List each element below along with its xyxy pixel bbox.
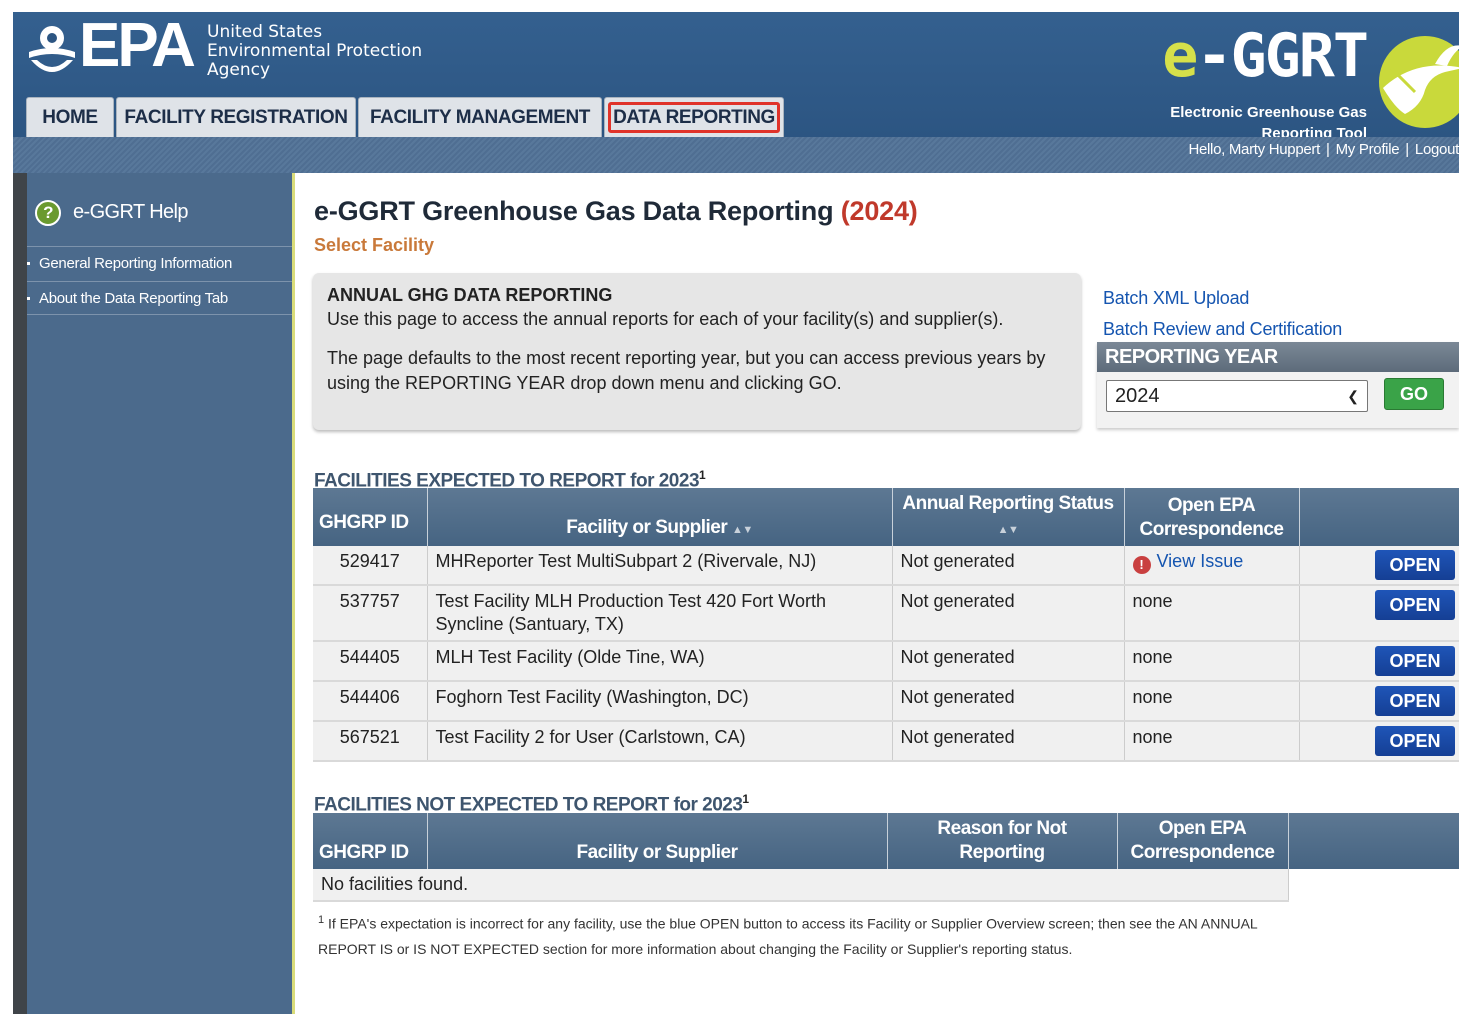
- user-links: Hello, Marty Huppert | My Profile | Logout: [1188, 141, 1459, 158]
- col-correspondence: Open EPA Correspondence: [1117, 813, 1289, 869]
- tab-highlight: [608, 102, 780, 133]
- info-heading: ANNUAL GHG DATA REPORTING: [327, 285, 613, 305]
- epa-logo-text: EPA: [79, 11, 196, 80]
- reporting-year-select[interactable]: 2024 ❮: [1106, 380, 1368, 412]
- col-reason: Reason for Not Reporting: [887, 813, 1118, 869]
- col-actions: [1299, 488, 1459, 546]
- cell-action: OPEN: [1299, 681, 1459, 722]
- cell-correspondence: none: [1124, 721, 1300, 762]
- help-link[interactable]: ? e-GGRT Help: [35, 197, 189, 227]
- sidebar-item-general-reporting[interactable]: General Reporting Information: [27, 246, 292, 280]
- table-row: 537757 Test Facility MLH Production Test…: [313, 585, 1459, 642]
- cell-facility: Foghorn Test Facility (Washington, DC): [427, 681, 893, 722]
- alert-icon: !: [1132, 556, 1151, 574]
- col-ghgrp-id[interactable]: GHGRP ID: [313, 488, 428, 546]
- my-profile-link[interactable]: My Profile: [1336, 141, 1400, 158]
- batch-review-link[interactable]: Batch Review and Certification: [1103, 314, 1342, 345]
- cell-status: Not generated: [892, 721, 1125, 762]
- chevron-down-icon: ❮: [1347, 388, 1359, 404]
- cell-id: 567521: [313, 721, 428, 762]
- reporting-year-label: REPORTING YEAR: [1097, 342, 1459, 372]
- cell-status: Not generated: [892, 585, 1125, 642]
- open-button[interactable]: OPEN: [1375, 550, 1455, 580]
- user-greeting: Hello, Marty Huppert: [1188, 141, 1320, 158]
- reporting-year-panel: REPORTING YEAR 2024 ❮ GO: [1097, 342, 1459, 428]
- cell-status: Not generated: [892, 641, 1125, 682]
- cell-action: OPEN: [1299, 721, 1459, 762]
- info-box: ANNUAL GHG DATA REPORTING Use this page …: [313, 273, 1081, 430]
- tab-facility-management[interactable]: FACILITY MANAGEMENT: [358, 97, 602, 137]
- open-button[interactable]: OPEN: [1375, 646, 1455, 676]
- batch-xml-upload-link[interactable]: Batch XML Upload: [1103, 283, 1342, 314]
- left-edge-bar: [13, 173, 27, 1014]
- eggrt-brand: e-GGRT Electronic Greenhouse Gas Reporti…: [1137, 21, 1459, 142]
- table-row-empty: No facilities found.: [313, 869, 1459, 902]
- sort-icon: ▲▼: [997, 524, 1019, 536]
- col-status[interactable]: Annual Reporting Status ▲▼: [892, 488, 1125, 546]
- cell-id: 537757: [313, 585, 428, 642]
- cell-correspondence: none: [1124, 681, 1300, 722]
- go-button[interactable]: GO: [1384, 378, 1444, 410]
- table-row: 544406 Foghorn Test Facility (Washington…: [313, 681, 1459, 722]
- table-row: 529417 MHReporter Test MultiSubpart 2 (R…: [313, 546, 1459, 586]
- info-paragraph-2: The page defaults to the most recent rep…: [327, 348, 1046, 393]
- col-correspondence: Open EPA Correspondence: [1124, 488, 1300, 546]
- tab-facility-registration[interactable]: FACILITY REGISTRATION: [116, 97, 356, 137]
- cell-id: 544406: [313, 681, 428, 722]
- cell-id: 529417: [313, 546, 428, 586]
- cell-action: OPEN: [1299, 546, 1459, 586]
- col-actions: [1288, 813, 1459, 869]
- sidebar: ? e-GGRT Help General Reporting Informati…: [27, 173, 295, 1014]
- not-expected-facilities-table: GHGRP ID Facility or Supplier Reason for…: [313, 813, 1459, 902]
- cell-facility: MHReporter Test MultiSubpart 2 (Riverval…: [427, 546, 893, 586]
- col-facility[interactable]: Facility or Supplier ▲▼: [427, 488, 893, 546]
- bird-logo-icon: [1379, 36, 1459, 128]
- cell-correspondence: none: [1124, 641, 1300, 682]
- sidebar-item-about-data-reporting[interactable]: About the Data Reporting Tab: [27, 281, 292, 315]
- empty-message: No facilities found.: [313, 869, 1289, 902]
- open-button[interactable]: OPEN: [1375, 726, 1455, 756]
- col-ghgrp-id: GHGRP ID: [313, 813, 428, 869]
- cell-action: OPEN: [1299, 585, 1459, 642]
- sort-icon: ▲▼: [732, 524, 753, 536]
- help-icon: ?: [35, 199, 61, 226]
- table-row: 544405 MLH Test Facility (Olde Tine, WA)…: [313, 641, 1459, 682]
- cell-id: 544405: [313, 641, 428, 682]
- page-subtitle: Select Facility: [314, 235, 435, 255]
- expected-facilities-table: GHGRP ID Facility or Supplier ▲▼ Annual …: [313, 488, 1459, 762]
- agency-name: United States Environmental Protection A…: [207, 22, 423, 80]
- page-heading-clipped: [0, 0, 1459, 12]
- cell-facility: Test Facility MLH Production Test 420 Fo…: [427, 585, 893, 642]
- eggrt-logo-text: e-GGRT: [1162, 21, 1369, 91]
- open-button[interactable]: OPEN: [1375, 686, 1455, 716]
- footnote: 1 If EPA's expectation is incorrect for …: [318, 914, 1258, 957]
- page-title: e-GGRT Greenhouse Gas Data Reporting (20…: [314, 196, 918, 226]
- batch-links: Batch XML Upload Batch Review and Certif…: [1103, 283, 1342, 345]
- col-facility: Facility or Supplier: [427, 813, 888, 869]
- tab-home[interactable]: HOME: [26, 97, 114, 137]
- cell-facility: Test Facility 2 for User (Carlstown, CA): [427, 721, 893, 762]
- logout-link[interactable]: Logout: [1415, 141, 1459, 158]
- open-button[interactable]: OPEN: [1375, 590, 1455, 620]
- cell-status: Not generated: [892, 681, 1125, 722]
- cell-status: Not generated: [892, 546, 1125, 586]
- info-paragraph-1: Use this page to access the annual repor…: [327, 309, 1004, 329]
- cell-correspondence[interactable]: ! View Issue: [1124, 546, 1300, 586]
- cell-facility: MLH Test Facility (Olde Tine, WA): [427, 641, 893, 682]
- cell-correspondence: none: [1124, 585, 1300, 642]
- cell-action: OPEN: [1299, 641, 1459, 682]
- view-issue-link[interactable]: View Issue: [1157, 551, 1244, 571]
- table-row: 567521 Test Facility 2 for User (Carlsto…: [313, 721, 1459, 762]
- epa-flower-logo-icon: [29, 26, 75, 72]
- tab-data-reporting[interactable]: DATA REPORTING: [604, 97, 784, 137]
